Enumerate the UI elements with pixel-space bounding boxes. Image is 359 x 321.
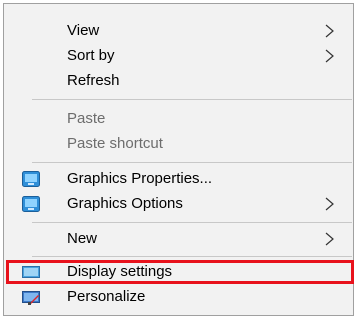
menu-item-refresh[interactable]: Refresh bbox=[4, 69, 353, 93]
chevron-right-icon bbox=[325, 197, 334, 211]
menu-item-paste: Paste bbox=[4, 107, 353, 131]
menu-separator bbox=[32, 256, 352, 257]
menu-item-label: Paste bbox=[67, 110, 106, 127]
menu-separator bbox=[32, 99, 352, 100]
display-icon bbox=[22, 266, 40, 278]
menu-item-personalize[interactable]: Personalize bbox=[4, 285, 353, 309]
menu-item-label: Graphics Properties... bbox=[67, 170, 213, 187]
menu-item-graphics-options[interactable]: Graphics Options bbox=[4, 192, 353, 216]
intel-graphics-icon bbox=[22, 196, 40, 212]
menu-item-display-settings[interactable]: Display settings bbox=[4, 260, 353, 284]
menu-item-label: Refresh bbox=[67, 72, 120, 89]
menu-item-label: View bbox=[67, 22, 100, 39]
menu-item-label: Personalize bbox=[67, 288, 146, 305]
menu-item-paste-shortcut: Paste shortcut bbox=[4, 132, 353, 156]
menu-item-label: New bbox=[67, 230, 98, 247]
menu-item-view[interactable]: View bbox=[4, 19, 353, 43]
personalize-icon bbox=[22, 291, 40, 305]
intel-graphics-icon bbox=[22, 171, 40, 187]
menu-separator bbox=[32, 222, 352, 223]
chevron-right-icon bbox=[325, 24, 334, 38]
menu-item-graphics-properties[interactable]: Graphics Properties... bbox=[4, 167, 353, 191]
chevron-right-icon bbox=[325, 49, 334, 63]
menu-item-sort-by[interactable]: Sort by bbox=[4, 44, 353, 68]
menu-item-label: Display settings bbox=[67, 263, 173, 280]
menu-item-label: Graphics Options bbox=[67, 195, 183, 212]
menu-item-label: Sort by bbox=[67, 47, 115, 64]
chevron-right-icon bbox=[325, 232, 334, 246]
menu-item-new[interactable]: New bbox=[4, 227, 353, 251]
menu-separator bbox=[32, 162, 352, 163]
desktop-context-menu: View Sort by Refresh Paste Paste shortcu… bbox=[3, 3, 354, 316]
menu-item-label: Paste shortcut bbox=[67, 135, 163, 152]
